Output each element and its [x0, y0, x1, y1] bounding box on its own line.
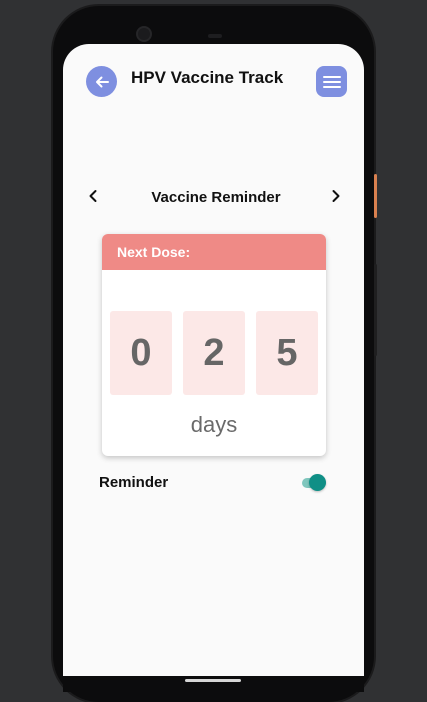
reminder-label: Reminder — [99, 474, 169, 491]
home-indicator[interactable] — [185, 679, 241, 682]
power-button — [374, 174, 377, 218]
countdown-digit: 5 — [256, 311, 318, 395]
countdown-digits: 0 2 5 — [110, 311, 318, 395]
back-button[interactable] — [86, 66, 117, 97]
section-title: Vaccine Reminder — [151, 189, 281, 206]
arrow-left-icon — [95, 76, 109, 87]
countdown-unit: days — [190, 412, 238, 437]
front-camera — [136, 26, 152, 42]
chevron-right-icon — [332, 190, 340, 202]
reminder-nav: Vaccine Reminder — [83, 185, 349, 211]
reminder-toggle[interactable] — [301, 473, 328, 493]
next-dose-card: Next Dose: 0 2 5 days — [102, 234, 326, 456]
card-header: Next Dose: — [102, 234, 326, 270]
app-screen: HPV Vaccine Track Vaccine Reminder Next … — [63, 44, 364, 676]
countdown-digit: 2 — [183, 311, 245, 395]
toggle-thumb — [309, 474, 326, 491]
volume-button — [374, 264, 377, 356]
hamburger-menu-icon — [322, 75, 341, 88]
menu-button[interactable] — [316, 66, 347, 97]
page-title: HPV Vaccine Track — [131, 68, 284, 87]
phone-frame: HPV Vaccine Track Vaccine Reminder Next … — [53, 6, 377, 702]
next-button[interactable] — [326, 185, 346, 207]
countdown-digit: 0 — [110, 311, 172, 395]
earpiece-speaker — [208, 34, 222, 38]
